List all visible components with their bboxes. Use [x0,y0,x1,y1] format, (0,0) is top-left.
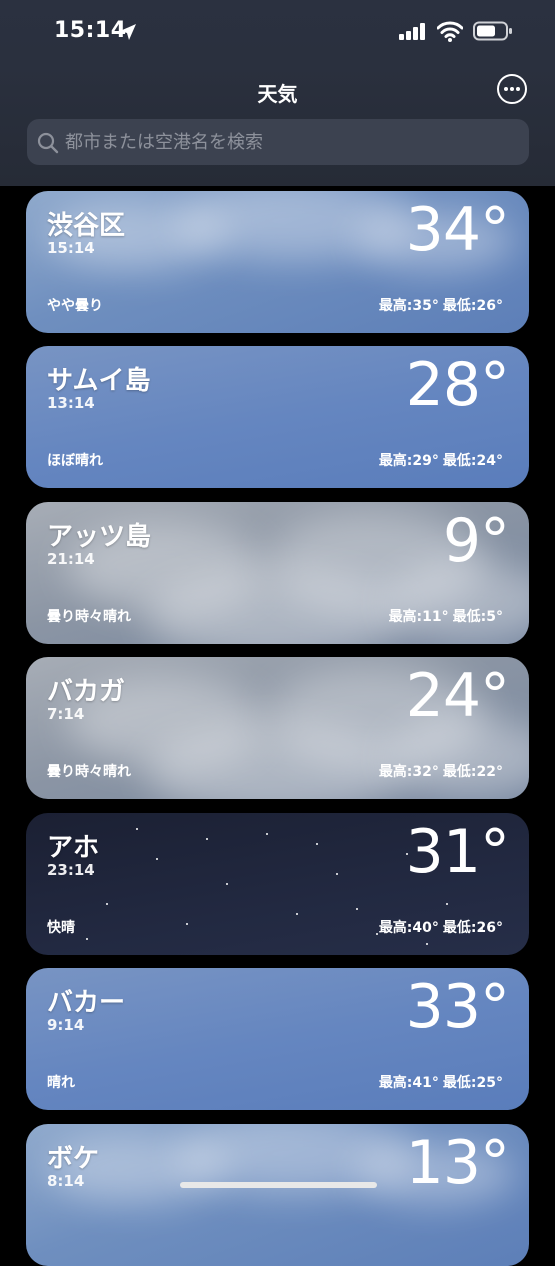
high-low-temperature: 最高:11° 最低:5° [385,606,503,626]
city-local-time: 13:14 [47,394,95,412]
star-decoration [266,833,268,835]
weather-condition: 曇り時々晴れ [47,764,131,780]
star-decoration [446,903,448,905]
high-low-temperature: 最高:41° 最低:25° [375,1072,503,1092]
star-decoration [206,838,208,840]
city-local-time: 15:14 [47,239,95,257]
high-temperature: 最高:41° [378,1075,439,1091]
more-options-button[interactable] [497,74,527,104]
city-card[interactable]: 渋谷区 15:14 34° やや曇り 最高:35° 最低:26° [26,191,529,333]
low-temperature: 最低:22° [442,764,503,780]
star-decoration [156,858,158,860]
city-local-time: 7:14 [47,705,85,723]
high-temperature: 最高:40° [378,920,439,936]
low-temperature: 最低:26° [442,920,503,936]
high-temperature: 最高:32° [378,764,439,780]
current-temperature: 9° [442,506,510,576]
cellular-signal-icon [399,22,427,40]
high-temperature: 最高:35° [378,298,439,314]
low-temperature: 最低:25° [442,1075,503,1091]
city-name: バカー [47,988,126,1018]
star-decoration [136,828,138,830]
city-local-time: 23:14 [47,861,95,879]
city-card[interactable]: バカガ 7:14 24° 曇り時々晴れ 最高:32° 最低:22° [26,657,529,799]
high-temperature: 最高:11° [388,609,449,625]
star-decoration [316,843,318,845]
weather-condition: やや曇り [47,298,103,314]
search-icon [37,132,59,154]
city-card[interactable]: ボケ 8:14 13° [26,1124,529,1266]
current-temperature: 33° [405,972,510,1042]
city-name: アホ [47,833,100,863]
high-low-temperature: 最高:32° 最低:22° [375,761,503,781]
star-decoration [186,923,188,925]
star-decoration [336,873,338,875]
city-name: ボケ [47,1144,100,1174]
wifi-icon [437,21,463,42]
star-decoration [356,908,358,910]
low-temperature: 最低:5° [452,609,503,625]
current-temperature: 13° [405,1128,510,1198]
city-card[interactable]: アホ 23:14 31° 快晴 最高:40° 最低:26° [26,813,529,955]
star-decoration [106,903,108,905]
high-low-temperature [495,1232,503,1248]
city-card[interactable]: バカー 9:14 33° 晴れ 最高:41° 最低:25° [26,968,529,1110]
city-local-time: 8:14 [47,1172,85,1190]
low-temperature: 最低:24° [442,453,503,469]
star-decoration [296,913,298,915]
star-decoration [426,943,428,945]
search-bar[interactable] [27,119,529,165]
city-name: 渋谷区 [47,211,126,241]
weather-condition: 晴れ [47,1075,75,1091]
city-local-time: 21:14 [47,550,95,568]
high-low-temperature: 最高:40° 最低:26° [375,917,503,937]
home-indicator [180,1182,377,1188]
status-bar: 15:14 [0,0,555,64]
navigation-header: 天気 [0,64,555,186]
city-name: サムイ島 [47,366,151,396]
high-low-temperature: 最高:35° 最低:26° [375,295,503,315]
current-temperature: 28° [405,350,510,420]
star-decoration [86,938,88,940]
weather-condition: ほぼ晴れ [47,453,103,469]
status-time: 15:14 [54,18,127,43]
current-temperature: 31° [405,817,510,887]
city-local-time: 9:14 [47,1016,85,1034]
page-title: 天気 [257,82,298,106]
low-temperature: 最低:26° [442,298,503,314]
star-decoration [226,883,228,885]
city-name: バカガ [47,677,126,707]
location-arrow-icon [120,24,136,40]
search-input[interactable] [65,119,505,165]
current-temperature: 34° [405,195,510,265]
current-temperature: 24° [405,661,510,731]
weather-condition: 曇り時々晴れ [47,609,131,625]
city-card[interactable]: サムイ島 13:14 28° ほぼ晴れ 最高:29° 最低:24° [26,346,529,488]
battery-icon [473,21,512,41]
weather-condition: 快晴 [47,920,75,936]
high-temperature: 最高:29° [378,453,439,469]
city-name: アッツ島 [47,522,152,552]
high-low-temperature: 最高:29° 最低:24° [375,450,503,470]
city-card[interactable]: アッツ島 21:14 9° 曇り時々晴れ 最高:11° 最低:5° [26,502,529,644]
